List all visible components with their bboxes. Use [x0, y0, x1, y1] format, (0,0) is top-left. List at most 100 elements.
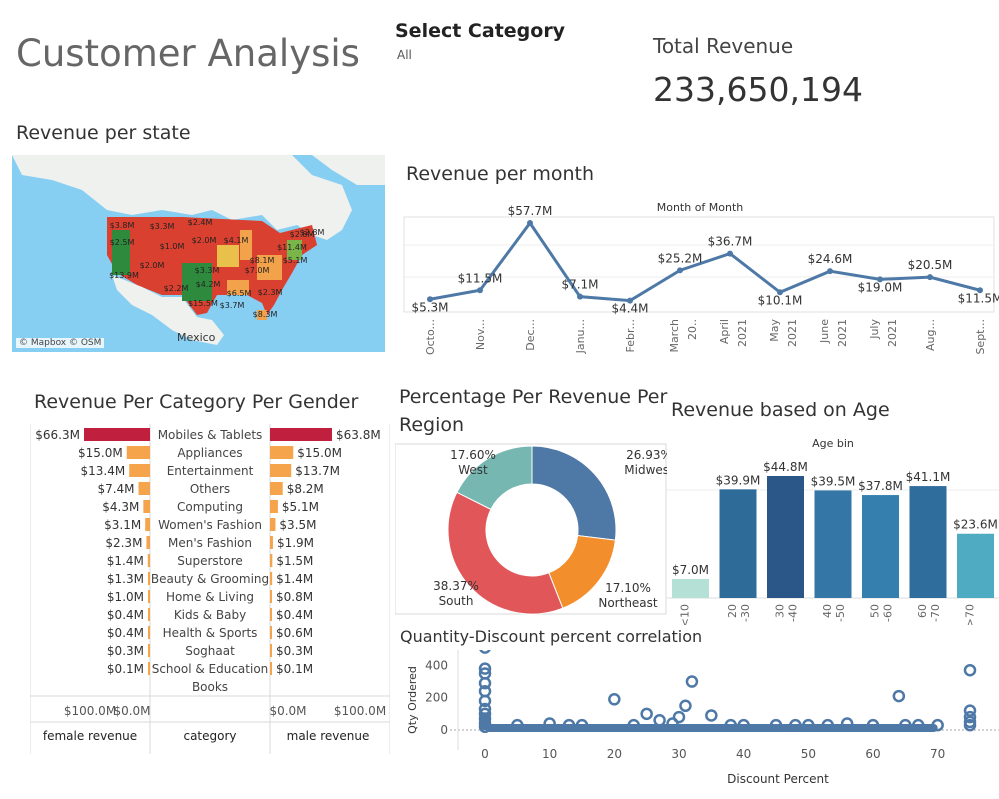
- female-bar-label: $1.3M: [107, 572, 144, 586]
- month-point: [727, 250, 733, 257]
- male-bar-label: $0.6M: [276, 626, 313, 640]
- month-point: [927, 274, 933, 281]
- map-state-label: $3.3M: [150, 222, 175, 231]
- month-tick-label: 20..: [686, 319, 699, 340]
- month-data-label: $10.1M: [758, 293, 803, 307]
- age-bar: [909, 486, 947, 598]
- scatter-point: [705, 709, 718, 722]
- male-bar-label: $5.1M: [282, 500, 319, 514]
- map-state-label: $2.8M: [300, 228, 325, 237]
- map-state-label: $1.0M: [160, 242, 185, 251]
- female-bar: [146, 536, 150, 549]
- scatter-y-tick: 400: [425, 658, 448, 672]
- age-bar-label: $41.1M: [906, 470, 951, 484]
- gender-category-label: Others: [190, 482, 230, 496]
- map-state-label: $4.1M: [224, 236, 249, 245]
- female-bar: [147, 572, 150, 585]
- month-tick-label: Octo...: [424, 319, 437, 355]
- month-data-label: $25.2M: [658, 251, 703, 265]
- map-state-label: $7.0M: [245, 266, 270, 275]
- map-state-label: $8.1M: [250, 256, 275, 265]
- region-name-label: South: [439, 594, 474, 608]
- gender-category-label: Home & Living: [166, 590, 254, 604]
- age-bar: [957, 533, 994, 598]
- map-state-label: $3.8M: [110, 221, 135, 230]
- age-bar: [767, 476, 804, 598]
- month-line-chart[interactable]: Month of Month $5.3M $11.5M $57.7M $7.1M $4.…: [400, 195, 999, 355]
- female-bar-label: $15.0M: [78, 446, 123, 460]
- female-bar: [148, 626, 150, 639]
- total-revenue-label: Total Revenue: [653, 34, 794, 58]
- male-bar-label: $3.5M: [279, 518, 316, 532]
- scatter-point: [653, 714, 666, 727]
- scatter-x-label: Discount Percent: [727, 772, 829, 786]
- male-bar: [270, 446, 294, 459]
- female-bar: [148, 644, 150, 657]
- age-bar-label: $44.8M: [763, 460, 808, 474]
- age-tick-label: >70: [964, 604, 977, 625]
- gender-category-label: Men's Fashion: [168, 536, 252, 550]
- male-bar: [270, 464, 292, 477]
- scatter-chart[interactable]: Discount Percent Qty Ordered 0 200 400 0 10 2…: [400, 650, 999, 799]
- age-bar: [672, 578, 709, 598]
- age-bar-chart[interactable]: Age bin $7.0M <10 $39.9M 20 -30 $44.8M 30 -40 $3…: [667, 430, 999, 625]
- gender-bar-chart[interactable]: $100.0M $0.0M $0.0M $100.0M female reven…: [30, 424, 390, 754]
- scatter-point: [479, 650, 491, 654]
- female-bar-label: $0.4M: [107, 608, 144, 622]
- female-bar: [148, 590, 150, 603]
- gender-category-label: Kids & Baby: [174, 608, 246, 622]
- month-tick-label: 2021: [736, 319, 749, 347]
- female-bar-label: $2.3M: [105, 536, 142, 550]
- category-filter-select[interactable]: All: [397, 48, 412, 62]
- map-state-label: $6.5M: [227, 289, 252, 298]
- month-data-label: $5.3M: [411, 300, 448, 314]
- month-chart-subtitle: Month of Month: [657, 201, 744, 214]
- male-bar: [270, 590, 272, 603]
- month-tick-label: June: [818, 319, 831, 344]
- map-attribution[interactable]: © Mapbox © OSM: [16, 338, 105, 348]
- male-bar: [270, 626, 272, 639]
- female-bar-label: $4.3M: [102, 500, 139, 514]
- category-column-header: category: [183, 729, 236, 743]
- female-bar: [147, 554, 150, 567]
- age-tick-label: -60: [882, 604, 895, 622]
- map-state-label: $2.5M: [110, 238, 135, 247]
- scatter-point: [640, 707, 653, 721]
- map-canvas[interactable]: $3.8M $3.3M $2.4M $2.8M $2.5M $1.0M $2.0M $4.1M…: [12, 155, 385, 352]
- month-data-label: $11.5M: [458, 271, 503, 285]
- region-name-label: West: [458, 463, 488, 477]
- state-midwest[interactable]: [217, 245, 239, 267]
- male-bar: [270, 536, 273, 549]
- male-axis-tick-0: $0.0M: [269, 704, 306, 718]
- month-tick-label: Aug...: [924, 319, 937, 351]
- age-bar-label: $37.8M: [858, 479, 903, 493]
- region-slice: [531, 445, 617, 541]
- region-pct-label: 38.37%: [433, 579, 479, 593]
- mexico-label: Mexico: [177, 331, 216, 344]
- age-bar: [814, 490, 852, 598]
- female-bar: [148, 608, 150, 621]
- gender-category-label: Women's Fashion: [158, 518, 262, 532]
- map-state-label: $2.3M: [258, 288, 283, 297]
- female-bar: [148, 662, 150, 675]
- revenue-map[interactable]: $3.8M $3.3M $2.4M $2.8M $2.5M $1.0M $2.0M $4.1M…: [12, 155, 385, 352]
- male-bar-label: $15.0M: [297, 446, 342, 460]
- female-bar: [145, 518, 150, 531]
- map-state-label: $2.4M: [188, 218, 213, 227]
- male-bar: [270, 482, 283, 495]
- region-donut-chart[interactable]: 26.93%Midwest 17.10%Northeast 38.37%South 1…: [395, 443, 667, 615]
- male-axis-tick-1: $100.0M: [334, 704, 386, 718]
- male-bar-label: $1.4M: [276, 572, 313, 586]
- female-bar: [129, 464, 150, 477]
- female-column-header: female revenue: [43, 729, 137, 743]
- region-pct-label: 17.60%: [450, 448, 496, 462]
- month-tick-label: Dec...: [524, 319, 537, 351]
- male-bar: [270, 608, 272, 621]
- age-tick-label: 50: [869, 604, 882, 618]
- state-california[interactable]: [112, 230, 130, 275]
- map-state-label: $2.0M: [140, 261, 165, 270]
- gender-category-label: Superstore: [177, 554, 243, 568]
- gender-category-label: School & Education: [152, 662, 269, 676]
- month-data-label: $4.4M: [611, 302, 648, 316]
- month-data-label: $7.1M: [561, 278, 598, 292]
